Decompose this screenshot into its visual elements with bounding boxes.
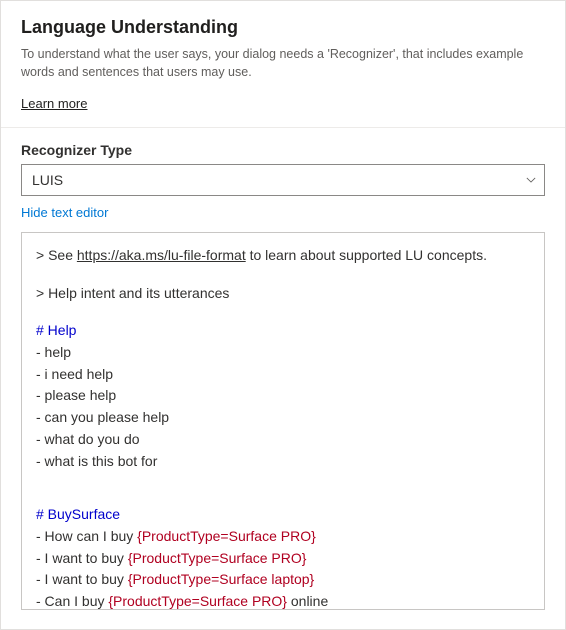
entity-token: {ProductType=Surface PRO} [108, 593, 287, 609]
recognizer-type-value: LUIS [32, 172, 63, 188]
intent-buysurface: # BuySurface [36, 504, 530, 526]
lu-text-editor[interactable]: > See https://aka.ms/lu-file-format to l… [21, 232, 545, 610]
hide-text-editor-link[interactable]: Hide text editor [21, 205, 108, 220]
utterance: - i need help [36, 364, 530, 386]
learn-more-link[interactable]: Learn more [21, 96, 87, 111]
utterance: - what is this bot for [36, 451, 530, 473]
chevron-down-icon [526, 175, 536, 185]
utterance: - help [36, 342, 530, 364]
utterance: - please help [36, 385, 530, 407]
language-understanding-panel: Language Understanding To understand wha… [0, 0, 566, 630]
divider [1, 127, 565, 128]
utterance: - Can I buy {ProductType=Surface PRO} on… [36, 591, 530, 613]
page-title: Language Understanding [21, 17, 545, 38]
recognizer-type-dropdown[interactable]: LUIS [21, 164, 545, 196]
utterance: - I want to buy {ProductType=Surface PRO… [36, 548, 530, 570]
lu-format-link[interactable]: https://aka.ms/lu-file-format [77, 247, 246, 263]
utterance: - I want to buy {ProductType=Surface lap… [36, 569, 530, 591]
utterance: - what do you do [36, 429, 530, 451]
page-description: To understand what the user says, your d… [21, 46, 545, 81]
utterance: - How can I buy {ProductType=Surface PRO… [36, 526, 530, 548]
entity-token: {ProductType=Surface PRO} [128, 550, 307, 566]
entity-token: {ProductType=Surface laptop} [128, 571, 314, 587]
intent-help: # Help [36, 320, 530, 342]
recognizer-type-label: Recognizer Type [21, 142, 545, 158]
editor-comment-line: > Help intent and its utterances [36, 283, 530, 305]
entity-token: {ProductType=Surface PRO} [137, 528, 316, 544]
utterance: - can you please help [36, 407, 530, 429]
editor-comment-line: > See https://aka.ms/lu-file-format to l… [36, 245, 530, 267]
